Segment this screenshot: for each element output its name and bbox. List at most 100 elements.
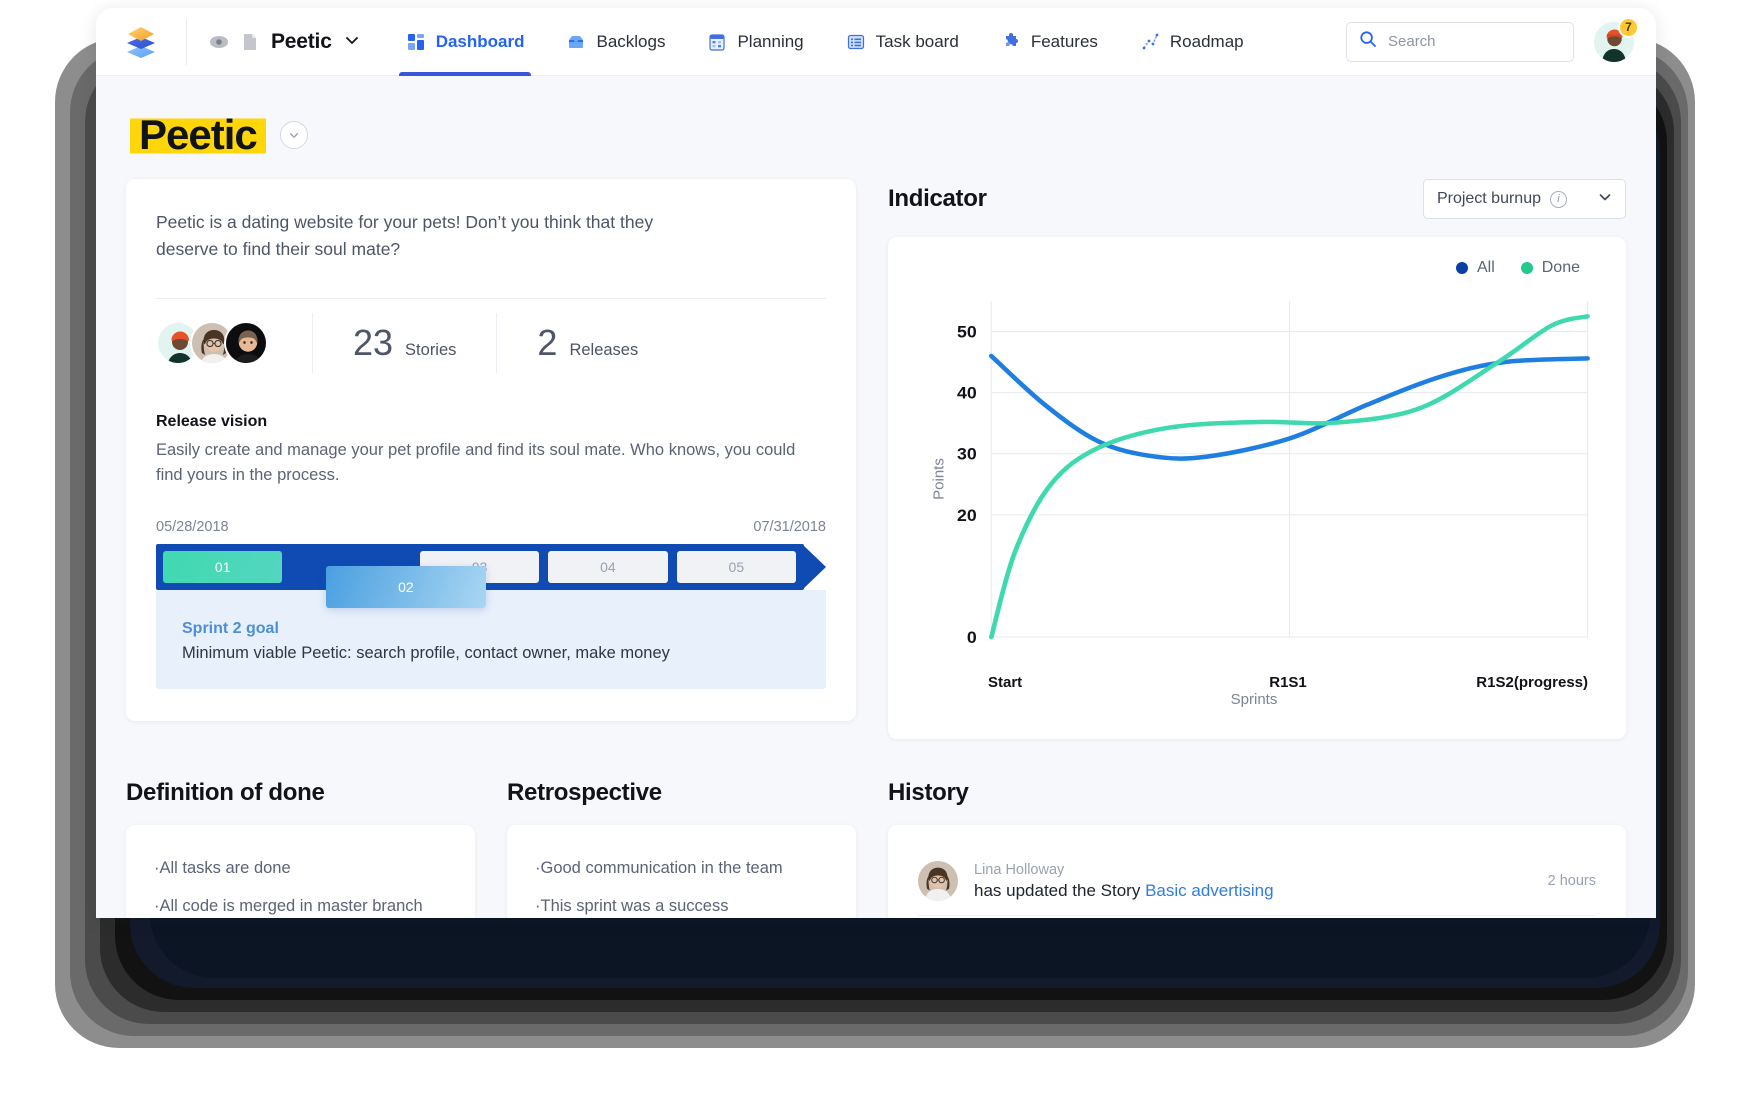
svg-text:30: 30 <box>957 444 977 464</box>
project-overview-card: Peetic is a dating website for your pets… <box>126 179 856 721</box>
nav-divider <box>186 18 187 65</box>
burnup-chart-svg: 0 20 30 40 50 <box>957 301 1590 648</box>
sprint-goal-title: Sprint 2 goal <box>182 619 279 637</box>
history-user-name: Lina Holloway <box>974 861 1065 878</box>
app-window: Peetic Dashboard Backlogs Planning Task … <box>96 8 1656 918</box>
indicator-title: Indicator <box>888 185 987 213</box>
tab-features[interactable]: Features <box>980 8 1119 76</box>
release-vision-text: Easily create and manage your pet profil… <box>156 440 796 485</box>
task-board-icon <box>846 32 866 52</box>
chevron-down-icon <box>345 33 359 50</box>
burnup-chart-card: All Done Points 0 20 30 40 50 Start R1S1… <box>888 237 1626 740</box>
document-icon <box>240 32 260 52</box>
list-item: ·All tasks are done <box>154 859 291 878</box>
legend-item-done[interactable]: Done <box>1520 259 1580 277</box>
avatar <box>918 861 958 902</box>
history-column: History Lina Holloway has updated the St… <box>888 779 1626 918</box>
project-selector[interactable]: Peetic <box>209 30 359 54</box>
tab-label: Backlogs <box>596 31 666 51</box>
page-title-row: Peetic <box>130 112 1626 157</box>
page-title: Peetic <box>130 112 266 157</box>
tab-task-board[interactable]: Task board <box>825 8 980 76</box>
project-stats-row: 23 Stories 2 Releases <box>156 299 826 387</box>
chart-y-axis-label: Points <box>930 458 948 501</box>
main-columns: Peetic is a dating website for your pets… <box>126 179 1626 740</box>
history-story-link[interactable]: Basic advertising <box>1145 881 1274 900</box>
history-title: History <box>888 779 969 807</box>
layers-logo-icon[interactable] <box>122 23 160 61</box>
stat-stories: 23 Stories <box>313 322 496 364</box>
page-title-dropdown-icon[interactable] <box>279 120 308 149</box>
stat-label: Releases <box>569 340 639 359</box>
tab-roadmap[interactable]: x x Roadmap <box>1119 8 1265 76</box>
release-dates: 05/28/2018 07/31/2018 <box>156 519 826 535</box>
right-column: Indicator Project burnup i All Done Poin… <box>888 179 1626 740</box>
chart-legend: All Done <box>910 259 1598 277</box>
top-navigation-bar: Peetic Dashboard Backlogs Planning Task … <box>96 8 1656 76</box>
sprint-segment-02[interactable]: 02 <box>325 565 487 608</box>
legend-label: Done <box>1541 259 1580 277</box>
legend-dot-done <box>1520 262 1533 275</box>
sprint-segment-05[interactable]: 05 <box>676 550 797 583</box>
tab-planning[interactable]: Planning <box>686 8 824 76</box>
list-item[interactable]: Patrick Stanley has updated the Story Ad… <box>918 915 1596 918</box>
screenshot-stage: Peetic Dashboard Backlogs Planning Task … <box>0 0 1752 1100</box>
notification-badge[interactable]: 7 <box>1618 16 1639 38</box>
x-tick: Start <box>988 674 1023 692</box>
svg-text:40: 40 <box>957 383 977 403</box>
dashboard-icon <box>406 32 426 52</box>
tab-dashboard[interactable]: Dashboard <box>385 8 546 76</box>
chart-x-axis-label: Sprints <box>1230 691 1278 709</box>
x-tick: R1S1 <box>1269 674 1307 692</box>
release-vision-title: Release vision <box>156 412 268 430</box>
avatar[interactable]: 7 <box>1594 16 1639 62</box>
legend-label: All <box>1476 259 1495 277</box>
definition-of-done-card: ·All tasks are done ·All code is merged … <box>126 825 475 918</box>
end-date: 07/31/2018 <box>753 518 826 535</box>
info-icon[interactable]: i <box>1550 190 1567 208</box>
eye-icon <box>209 32 229 52</box>
tab-label: Dashboard <box>435 31 525 51</box>
sprint-segment-04[interactable]: 04 <box>548 550 668 583</box>
list-item: ·This sprint was a success <box>535 897 729 916</box>
stat-value: 2 <box>537 321 558 363</box>
list-item[interactable]: Lina Holloway has updated the Story Basi… <box>918 851 1596 915</box>
page-content: Peetic Peetic is a dating website for yo… <box>96 76 1656 918</box>
svg-text:20: 20 <box>957 506 977 526</box>
sprint-goal-box: Sprint 2 goal Minimum viable Peetic: sea… <box>156 589 826 689</box>
svg-text:0: 0 <box>967 628 977 648</box>
retrospective-column: Retrospective ·Good communication in the… <box>507 779 856 918</box>
nav-tabs: Dashboard Backlogs Planning Task board F… <box>385 8 1265 76</box>
team-avatars[interactable] <box>156 320 312 365</box>
indicator-header: Indicator Project burnup i <box>888 179 1626 220</box>
project-description: Peetic is a dating website for your pets… <box>156 212 654 260</box>
list-item: ·All code is merged in master branch <box>154 897 423 916</box>
left-column: Peetic is a dating website for your pets… <box>126 179 856 721</box>
stat-releases: 2 Releases <box>497 322 678 364</box>
sprint-timeline: 01 03 04 05 02 <box>156 543 826 608</box>
history-action: has updated the Story Basic advertising <box>974 881 1274 901</box>
retrospective-card: ·Good communication in the team ·This sp… <box>507 825 856 918</box>
puzzle-icon <box>1001 32 1021 52</box>
avatar[interactable] <box>224 320 268 365</box>
bottom-row: Definition of done ·All tasks are done ·… <box>126 779 1626 918</box>
svg-text:x: x <box>1145 41 1147 46</box>
legend-item-all[interactable]: All <box>1455 259 1495 277</box>
definition-of-done-column: Definition of done ·All tasks are done ·… <box>126 779 475 918</box>
list-item: ·Good communication in the team <box>535 859 783 878</box>
roadmap-icon: x x <box>1140 32 1160 52</box>
tab-label: Features <box>1030 31 1098 51</box>
search-box[interactable] <box>1346 21 1574 62</box>
legend-dot-all <box>1455 262 1468 275</box>
indicator-selector-label: Project burnup <box>1436 190 1541 208</box>
tab-backlogs[interactable]: Backlogs <box>545 8 686 76</box>
svg-text:50: 50 <box>957 322 977 342</box>
history-entry-text: Lina Holloway has updated the Story Basi… <box>974 862 1274 901</box>
search-input[interactable] <box>1386 32 1561 51</box>
sprint-segment-01[interactable]: 01 <box>163 550 283 583</box>
retrospective-title: Retrospective <box>507 779 662 807</box>
indicator-selector[interactable]: Project burnup i <box>1422 179 1626 220</box>
history-card: Lina Holloway has updated the Story Basi… <box>888 825 1626 918</box>
search-icon <box>1359 30 1377 53</box>
backlogs-icon <box>566 32 586 52</box>
